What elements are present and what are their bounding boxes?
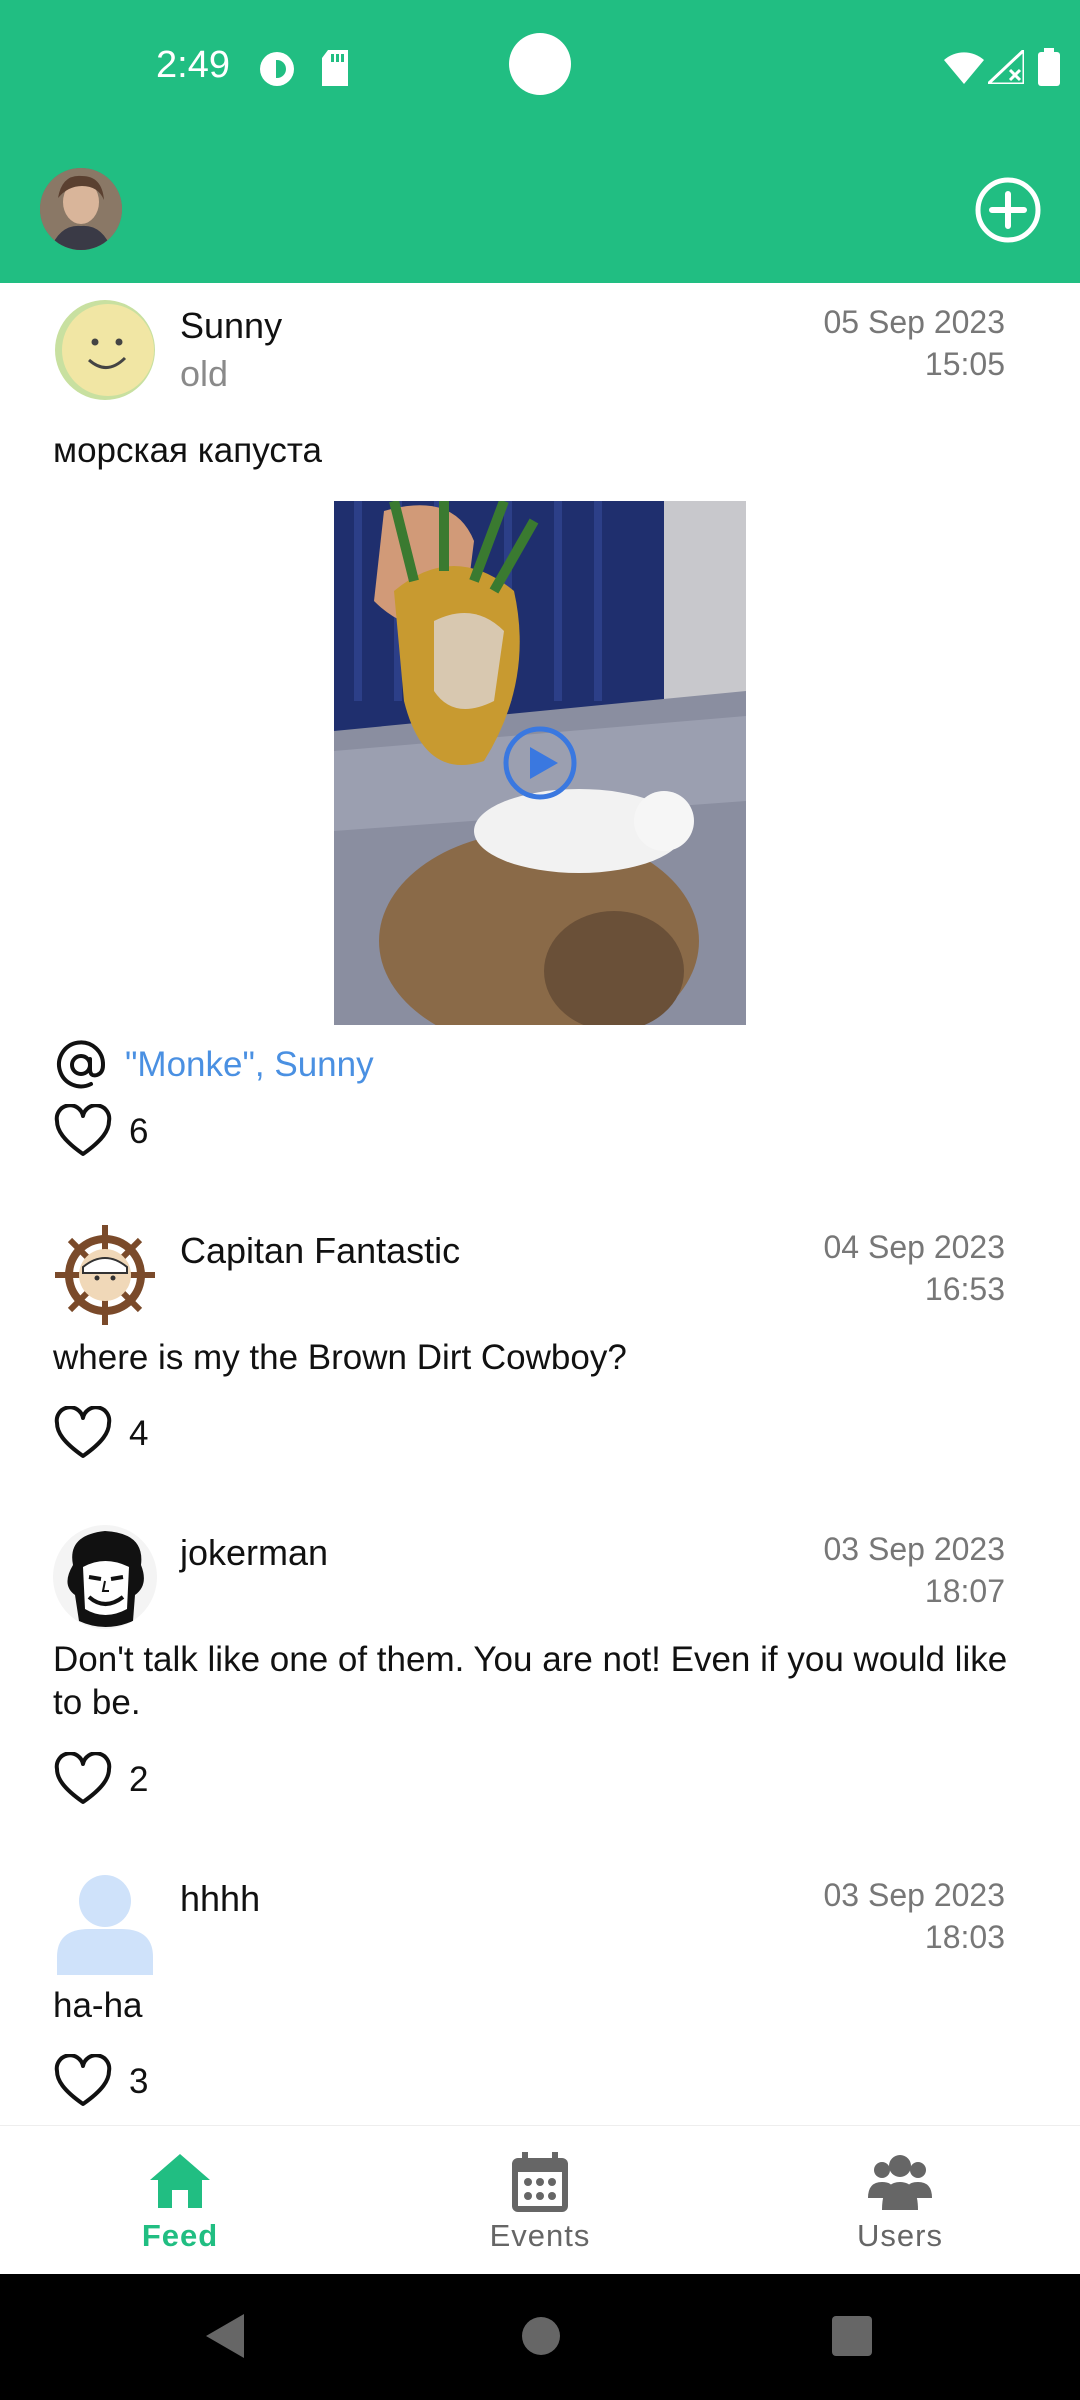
- post-text: ha-ha: [53, 1986, 143, 2025]
- signal-icon: [988, 50, 1024, 84]
- post-date: 05 Sep 2023 15:05: [745, 301, 1006, 385]
- post-date-time: 16:53: [924, 1271, 1005, 1307]
- system-navigation-bar: [0, 2274, 1080, 2400]
- app-bar: 2:49: [0, 0, 1080, 283]
- post-date-time: 18:07: [924, 1573, 1005, 1609]
- at-sign-icon: [57, 1040, 106, 1089]
- notification-app-icon: [260, 52, 294, 86]
- post-date-day: 05 Sep 2023: [823, 304, 1006, 340]
- post-date: 04 Sep 2023 16:53: [745, 1226, 1006, 1310]
- home-icon[interactable]: [148, 2150, 212, 2214]
- author-name[interactable]: jokerman: [180, 1532, 328, 1574]
- back-icon[interactable]: [204, 2312, 246, 2360]
- nav-feed[interactable]: Feed: [0, 2126, 360, 2275]
- post-date-day: 04 Sep 2023: [823, 1229, 1006, 1265]
- calendar-icon[interactable]: [508, 2150, 572, 2214]
- like-count: 4: [129, 1414, 149, 1453]
- recents-icon[interactable]: [831, 2312, 873, 2360]
- author-name[interactable]: Capitan Fantastic: [180, 1230, 460, 1272]
- camera-cutout: [509, 33, 571, 95]
- heart-icon[interactable]: [53, 1752, 113, 1808]
- like-button[interactable]: 3: [53, 2052, 148, 2112]
- users-icon[interactable]: [868, 2150, 932, 2214]
- like-button[interactable]: 2: [53, 1750, 148, 1810]
- like-count: 2: [129, 1760, 149, 1799]
- post-date-time: 15:05: [924, 346, 1005, 382]
- add-post-icon[interactable]: [974, 176, 1042, 244]
- post-text: Don't talk like one of them. You are not…: [53, 1640, 1008, 1722]
- default-avatar-icon[interactable]: [53, 1871, 157, 1975]
- mentions-row[interactable]: "Monke", Sunny: [53, 1035, 374, 1095]
- video-thumbnail[interactable]: [334, 501, 746, 1025]
- nav-label: Feed: [141, 2218, 219, 2253]
- nav-events[interactable]: Events: [360, 2126, 720, 2275]
- author-avatar[interactable]: [53, 1223, 157, 1327]
- post-date-time: 18:03: [924, 1919, 1005, 1955]
- author-name[interactable]: hhhh: [180, 1878, 260, 1920]
- home-system-icon[interactable]: [521, 2312, 561, 2360]
- bottom-navigation: Feed Events Users: [0, 2125, 1080, 2274]
- status-time: 2:49: [156, 44, 230, 86]
- battery-icon: [1038, 48, 1060, 86]
- profile-avatar[interactable]: [40, 168, 122, 250]
- wifi-icon: [944, 52, 984, 84]
- post-date: 03 Sep 2023 18:07: [745, 1528, 1006, 1612]
- author-avatar[interactable]: [53, 298, 157, 402]
- post-text: where is my the Brown Dirt Cowboy?: [53, 1338, 627, 1377]
- like-button[interactable]: 4: [53, 1404, 148, 1464]
- mentions-text[interactable]: "Monke", Sunny: [125, 1045, 374, 1085]
- post-text: морская капуста: [53, 431, 322, 470]
- heart-icon[interactable]: [53, 1104, 113, 1160]
- nav-label: Events: [489, 2218, 591, 2253]
- heart-icon[interactable]: [53, 1406, 113, 1462]
- like-count: 6: [129, 1112, 149, 1151]
- like-count: 3: [129, 2062, 149, 2101]
- nav-label: Users: [857, 2218, 943, 2253]
- feed-list[interactable]: Sunny old 05 Sep 2023 15:05 морская капу…: [0, 283, 1080, 2125]
- author-name[interactable]: Sunny: [180, 305, 282, 347]
- post-date-day: 03 Sep 2023: [823, 1531, 1006, 1567]
- like-button[interactable]: 6: [53, 1102, 148, 1162]
- post-date-day: 03 Sep 2023: [823, 1877, 1006, 1913]
- author-avatar[interactable]: [53, 1525, 157, 1629]
- post-date: 03 Sep 2023 18:03: [745, 1874, 1006, 1958]
- author-subtitle: old: [180, 353, 229, 394]
- heart-icon[interactable]: [53, 2054, 113, 2110]
- nav-users[interactable]: Users: [720, 2126, 1080, 2275]
- sd-card-icon: [322, 50, 348, 86]
